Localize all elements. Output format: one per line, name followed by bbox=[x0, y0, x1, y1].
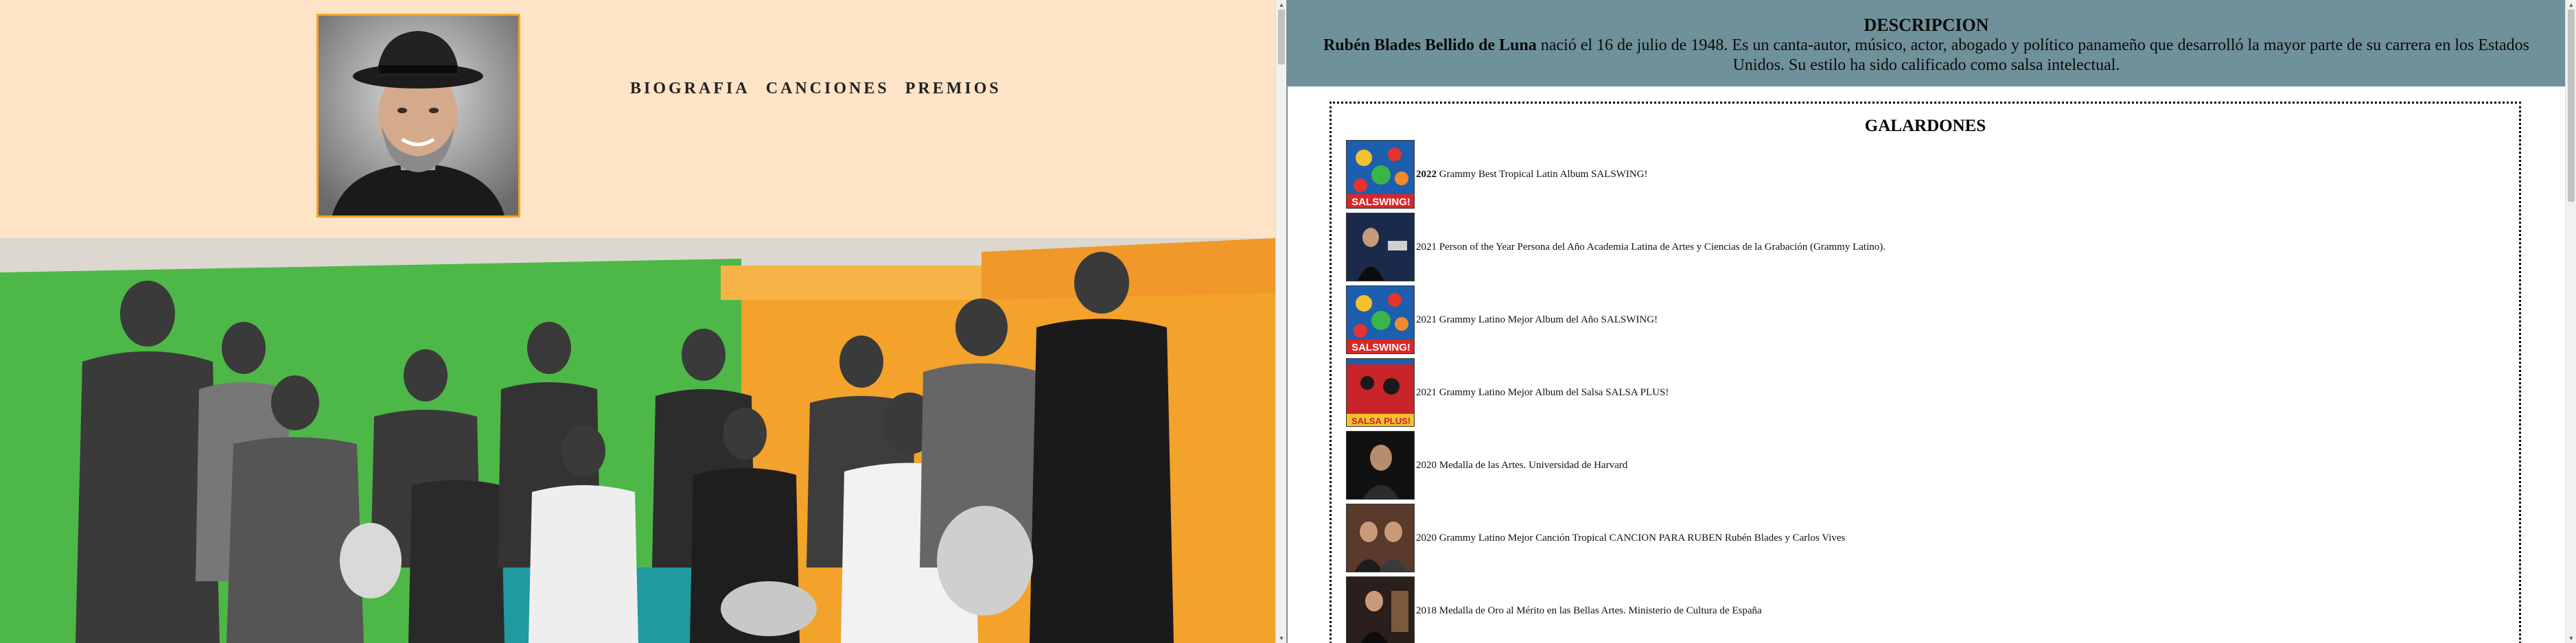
main-nav: BIOGRAFIA CANCIONES PREMIOS bbox=[630, 80, 1001, 98]
scroll-down-icon[interactable]: ▼ bbox=[2566, 633, 2576, 643]
right-scrollbar[interactable]: ▲ ▼ bbox=[2565, 0, 2576, 643]
scroll-up-icon[interactable]: ▲ bbox=[1276, 0, 1287, 10]
award-text: 2020 Grammy Latino Mejor Canción Tropica… bbox=[1416, 532, 1846, 543]
profile-photo bbox=[316, 14, 520, 218]
artist-name: Rubén Blades Bellido de Luna bbox=[1323, 36, 1537, 54]
description-text: Rubén Blades Bellido de Luna nació el 16… bbox=[1288, 36, 2565, 75]
left-scrollbar[interactable]: ▲ ▼ bbox=[1275, 0, 1287, 643]
left-frame: BIOGRAFIA CANCIONES PREMIOS bbox=[0, 0, 1275, 643]
right-frame: DESCRIPCION Rubén Blades Bellido de Luna… bbox=[1288, 0, 2565, 643]
award-text: 2020 Medalla de las Artes. Universidad d… bbox=[1416, 459, 1628, 471]
award-item: SALSWING! 2021 Grammy Latino Mejor Album… bbox=[1346, 283, 1885, 356]
nav-link-biografia[interactable]: BIOGRAFIA bbox=[630, 80, 750, 98]
award-item: SALSWING! 2022 Grammy Best Tropical Lati… bbox=[1346, 138, 1885, 211]
award-text: 2021 Grammy Latino Mejor Album del Año S… bbox=[1416, 314, 1658, 325]
nav-link-premios[interactable]: PREMIOS bbox=[905, 80, 1001, 98]
album-cover-image: SALSWING! bbox=[1346, 285, 1415, 354]
award-text: 2018 Medalla de Oro al Mérito en las Bel… bbox=[1416, 605, 1762, 616]
award-text: 2021 Person of the Year Persona del Año … bbox=[1416, 241, 1885, 253]
awards-title: GALARDONES bbox=[1864, 117, 1986, 135]
award-item: 2021 Person of the Year Persona del Año … bbox=[1346, 211, 1885, 283]
svg-text:SALSA PLUS!: SALSA PLUS! bbox=[1351, 416, 1411, 426]
album-cover-image: SALSWING! bbox=[1346, 140, 1415, 209]
award-item: 2018 Medalla de Oro al Mérito en las Bel… bbox=[1346, 574, 1885, 643]
award-item: SALSA PLUS! 2021 Grammy Latino Mejor Alb… bbox=[1346, 356, 1885, 429]
description-title: DESCRIPCION bbox=[1864, 15, 1989, 35]
band-photo bbox=[0, 238, 1275, 643]
scrollbar-thumb[interactable] bbox=[2568, 10, 2575, 202]
svg-text:SALSWING!: SALSWING! bbox=[1351, 342, 1411, 353]
awards-box: GALARDONES SALSWING! 2022 Grammy Best Tr… bbox=[1330, 102, 2521, 643]
award-text: 2021 Grammy Latino Mejor Album del Salsa… bbox=[1416, 386, 1669, 398]
scroll-down-icon[interactable]: ▼ bbox=[1276, 633, 1287, 643]
band-image bbox=[0, 238, 1275, 643]
award-item: 2020 Grammy Latino Mejor Canción Tropica… bbox=[1346, 502, 1885, 574]
awards-list: SALSWING! 2022 Grammy Best Tropical Lati… bbox=[1346, 138, 1885, 643]
svg-text:SALSWING!: SALSWING! bbox=[1351, 196, 1411, 208]
scrollbar-thumb[interactable] bbox=[1278, 10, 1285, 65]
award-item: 2020 Medalla de las Artes. Universidad d… bbox=[1346, 429, 1885, 502]
award-photo bbox=[1346, 213, 1415, 281]
award-text: 2022 Grammy Best Tropical Latin Album SA… bbox=[1416, 168, 1648, 180]
nav-link-canciones[interactable]: CANCIONES bbox=[766, 80, 890, 98]
award-photo bbox=[1346, 576, 1415, 643]
award-photo bbox=[1346, 504, 1415, 572]
album-cover-image: SALSA PLUS! bbox=[1346, 358, 1415, 427]
portrait-image bbox=[318, 16, 518, 215]
description-body: nació el 16 de julio de 1948. Es un cant… bbox=[1536, 36, 2530, 74]
scroll-up-icon[interactable]: ▲ bbox=[2566, 0, 2576, 10]
description-box: DESCRIPCION Rubén Blades Bellido de Luna… bbox=[1288, 0, 2565, 86]
award-photo bbox=[1346, 431, 1415, 500]
